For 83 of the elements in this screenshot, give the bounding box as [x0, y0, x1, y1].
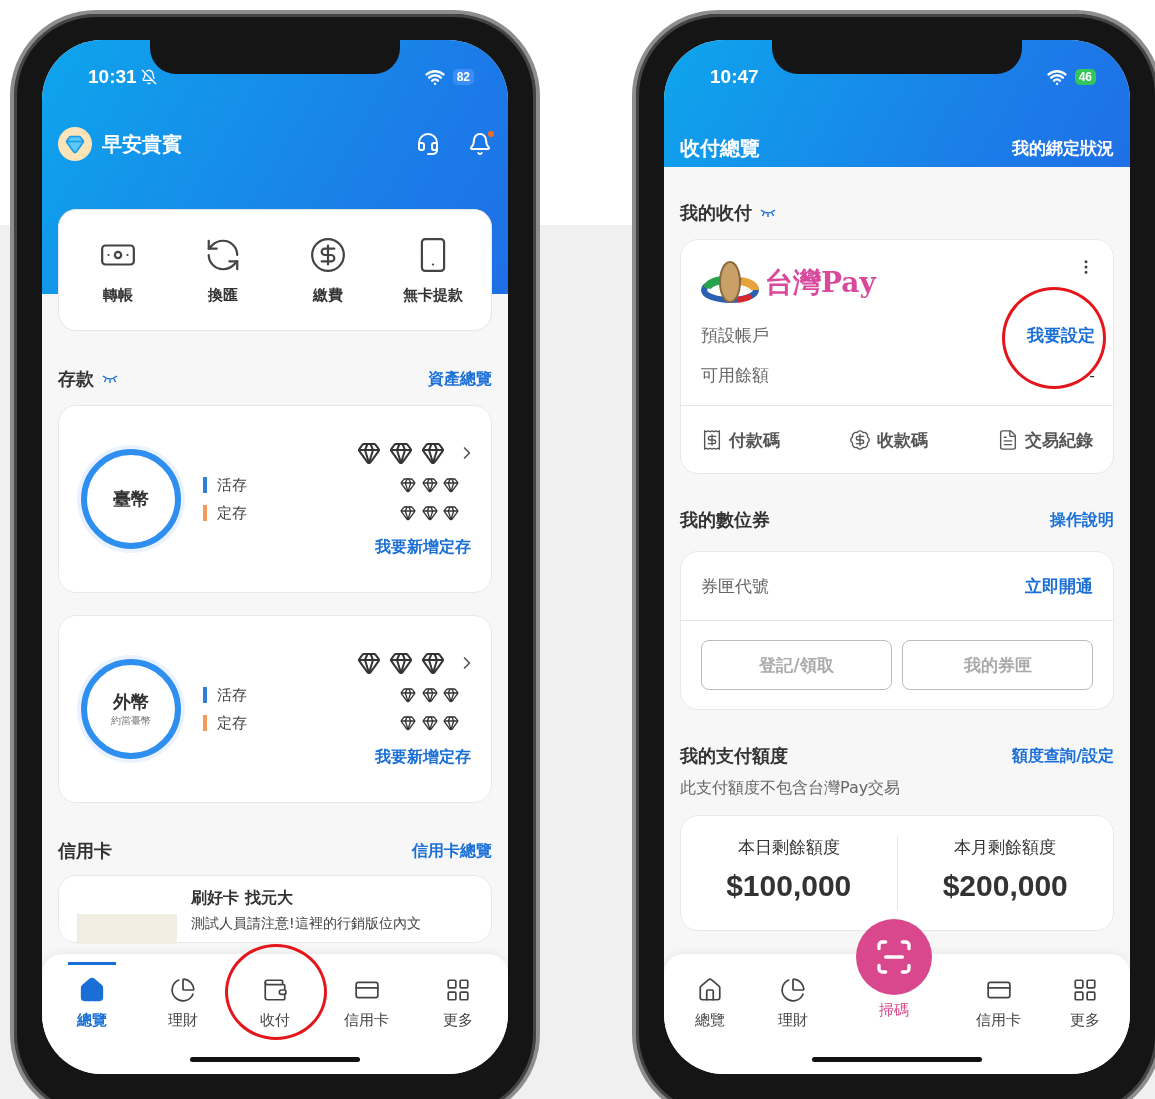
page-title: 收付總覽 — [680, 134, 760, 162]
tab-item[interactable]: 信用卡 — [976, 962, 1021, 1042]
battery-level: 46 — [1074, 69, 1096, 85]
tab-item[interactable]: 理財 — [159, 962, 208, 1042]
currency-note: 約當臺幣 — [111, 714, 151, 728]
limit-label: 本月剩餘額度 — [954, 836, 1057, 859]
deposit-type-label: 定存 — [203, 714, 247, 731]
section-title: 信用卡 — [58, 839, 112, 863]
deposit-card[interactable]: 外幣 約當臺幣 活存 定存 我要新增定存 — [58, 615, 492, 803]
currency-label: 臺幣 — [113, 487, 149, 511]
clock-time: 10:31 — [88, 66, 137, 88]
diamond-avatar-icon[interactable] — [58, 127, 92, 161]
dollar-badge-icon — [849, 429, 871, 451]
section-title: 我的收付 — [680, 201, 752, 225]
tab-item[interactable]: 更多 — [434, 962, 482, 1042]
deposit-type-label: 定存 — [203, 504, 247, 521]
credit-card-overview-link[interactable]: 信用卡總覽 — [412, 840, 492, 862]
row-label: 可用餘額 — [701, 363, 769, 387]
add-deposit-link[interactable]: 我要新增定存 — [375, 746, 471, 768]
notification-icon[interactable] — [468, 132, 492, 156]
row-label: 預設帳戶 — [701, 323, 769, 347]
promo-card[interactable]: 刷好卡 找元大 測試人員請注意!這裡的行銷版位內文 — [58, 875, 492, 943]
deposit-type-label: 活存 — [203, 686, 247, 703]
instructions-link[interactable]: 操作說明 — [1050, 509, 1114, 531]
quick-action-button[interactable]: 無卡提款 — [380, 234, 485, 306]
wifi-icon — [424, 67, 445, 87]
scan-tab[interactable]: 掃碼 — [856, 916, 932, 1042]
payment-action-button[interactable]: 付款碼 — [701, 428, 780, 452]
binding-status-link[interactable]: 我的綁定狀況 — [1012, 136, 1114, 160]
logo-text: 台灣Pay — [765, 265, 876, 301]
eye-closed-icon[interactable] — [102, 375, 118, 383]
section-title: 我的支付額度 — [680, 744, 788, 768]
customer-service-icon[interactable] — [416, 132, 440, 156]
pie-chart-icon — [779, 977, 806, 1003]
masked-amount-icon — [357, 650, 445, 675]
tab-item[interactable]: 收付 — [251, 962, 299, 1042]
masked-amount-icon — [400, 476, 459, 493]
grid-icon — [445, 977, 472, 1003]
setup-link[interactable]: 我要設定 — [1027, 323, 1095, 347]
masked-amount-icon — [400, 686, 459, 703]
limit-note: 此支付額度不包含台灣Pay交易 — [680, 778, 902, 799]
clock-time: 10:47 — [710, 66, 759, 88]
masked-amount-icon — [400, 714, 459, 731]
tab-item[interactable]: 更多 — [1065, 962, 1104, 1042]
limit-settings-link[interactable]: 額度查詢/設定 — [1012, 745, 1114, 767]
section-title: 我的數位券 — [680, 508, 770, 532]
tab-item[interactable]: 總覽 — [68, 962, 116, 1042]
home-icon — [78, 977, 105, 1003]
receipt-icon — [701, 429, 723, 451]
tab-item[interactable]: 理財 — [773, 962, 812, 1042]
quick-action-button[interactable]: 繳費 — [275, 234, 380, 306]
tab-item[interactable]: 信用卡 — [342, 962, 391, 1042]
promo-text: 測試人員請注意!這裡的行銷版位內文 — [191, 915, 421, 933]
payment-action-button[interactable]: 收款碼 — [849, 428, 928, 452]
section-title: 存款 — [58, 367, 94, 391]
limit-label: 本日剩餘額度 — [737, 836, 840, 859]
battery-level: 82 — [452, 69, 474, 85]
home-icon — [696, 977, 723, 1003]
limit-amount: $100,000 — [726, 869, 852, 903]
silent-icon — [140, 69, 157, 85]
activate-link[interactable]: 立即開通 — [1025, 574, 1093, 598]
add-deposit-link[interactable]: 我要新增定存 — [375, 536, 471, 558]
wifi-icon — [1046, 67, 1067, 87]
tab-item[interactable]: 總覽 — [690, 962, 729, 1042]
grid-icon — [1071, 977, 1098, 1003]
document-icon — [997, 429, 1019, 451]
quick-action-button[interactable]: 換匯 — [170, 234, 275, 306]
masked-amount-icon — [400, 504, 459, 521]
deposit-type-label: 活存 — [203, 476, 247, 493]
field-label: 券匣代號 — [701, 574, 769, 598]
currency-label: 外幣 — [113, 690, 149, 714]
payment-action-button[interactable]: 交易紀錄 — [997, 428, 1093, 452]
eye-closed-icon[interactable] — [760, 209, 776, 217]
row-value: - — [1089, 365, 1095, 385]
asset-overview-link[interactable]: 資產總覽 — [428, 368, 492, 390]
limit-amount: $200,000 — [942, 869, 1068, 903]
quick-action-button[interactable]: 轉帳 — [65, 234, 170, 306]
promo-title: 刷好卡 找元大 — [191, 888, 294, 909]
deposit-card[interactable]: 臺幣 活存 定存 我要新增定存 — [58, 405, 492, 593]
masked-amount-icon — [357, 440, 445, 465]
greeting-text: 早安貴賓 — [102, 130, 182, 158]
wallet-icon — [262, 977, 288, 1003]
pie-chart-icon — [170, 977, 197, 1003]
